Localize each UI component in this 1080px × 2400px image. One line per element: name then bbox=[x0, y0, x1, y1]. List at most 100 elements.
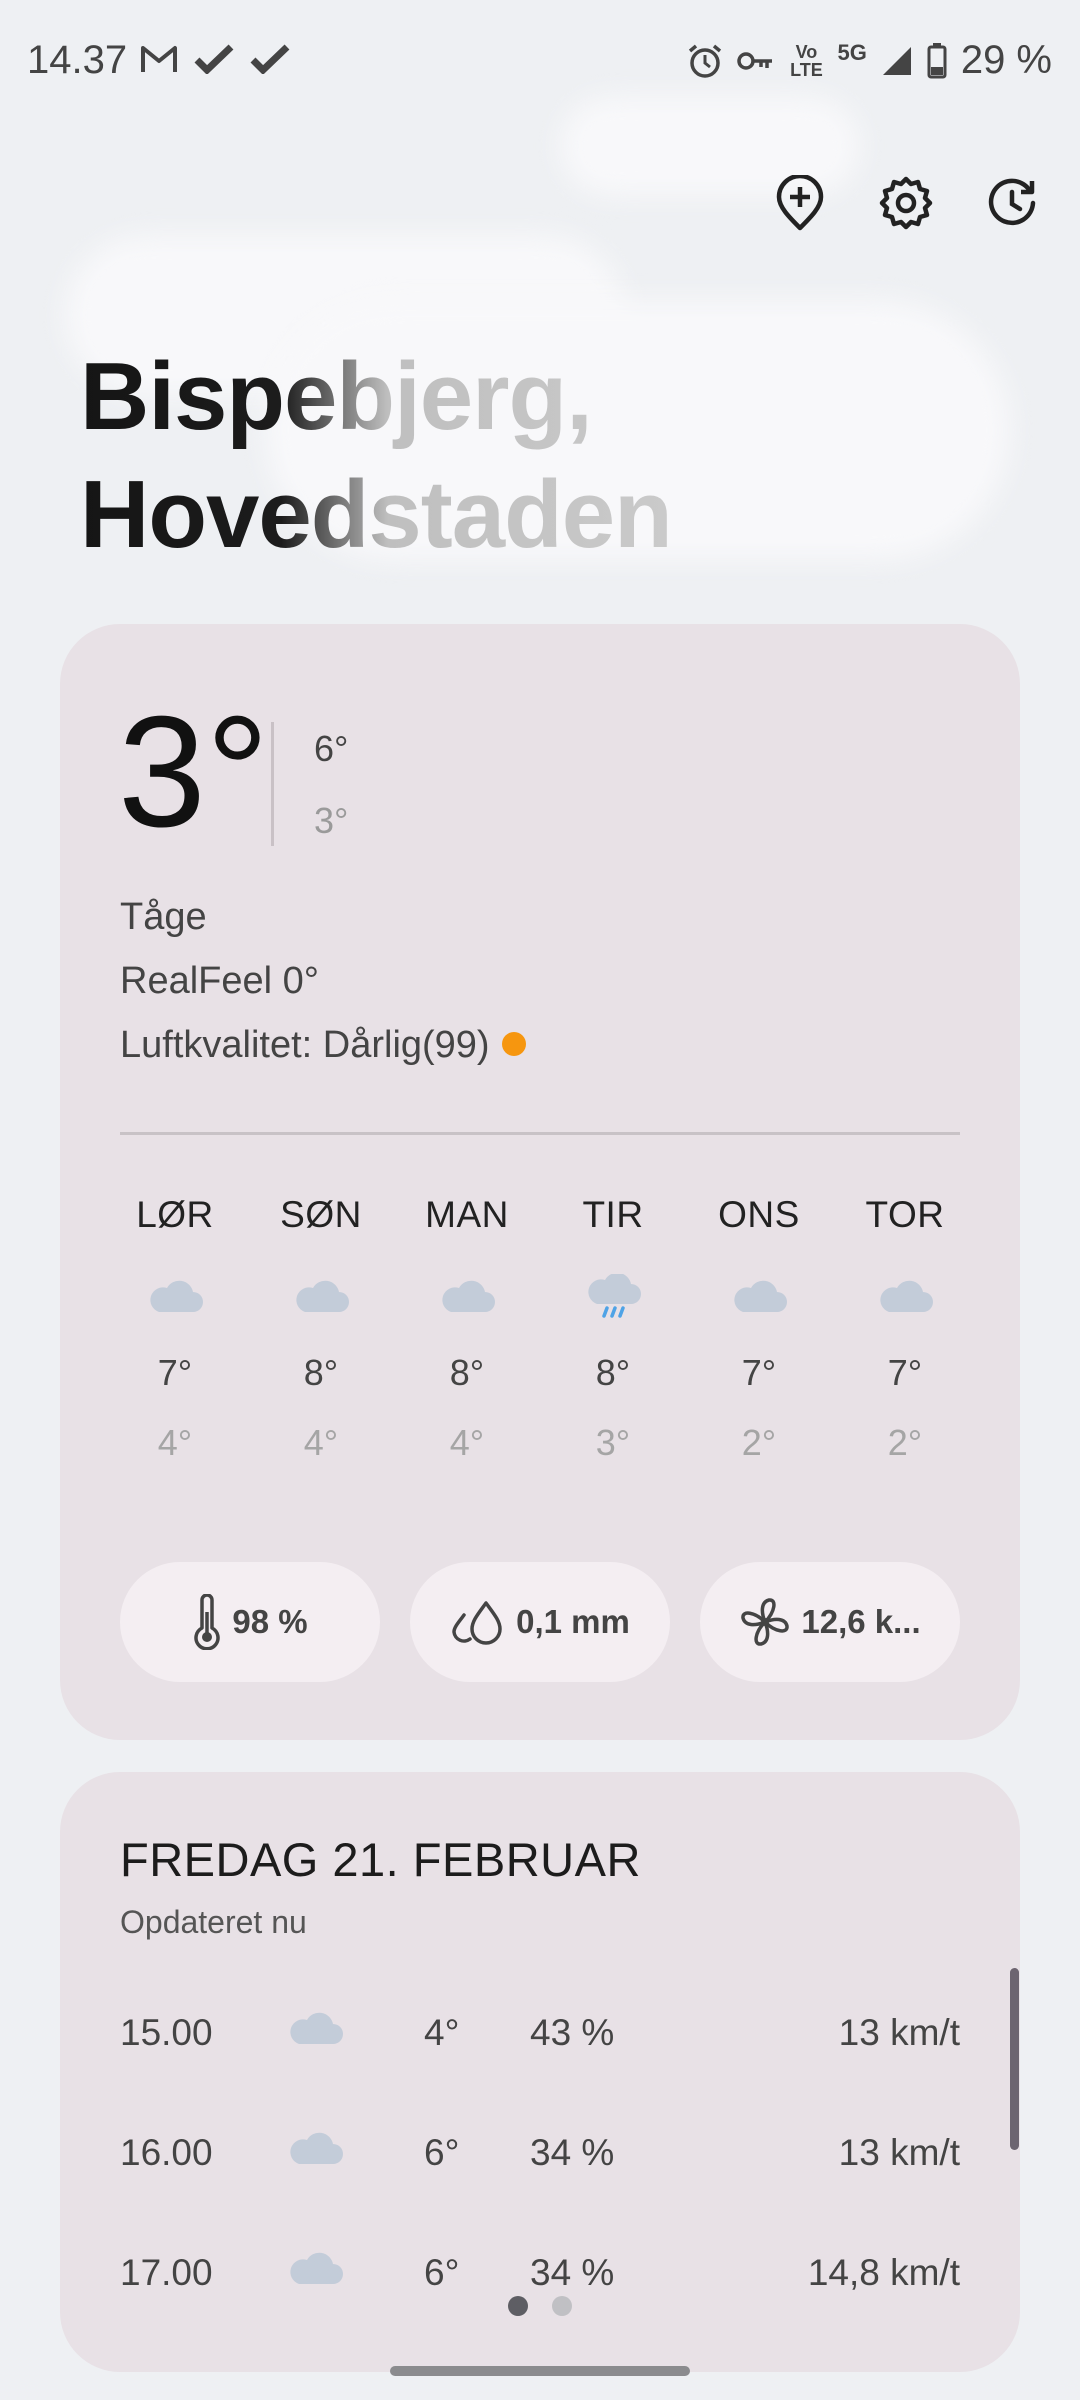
cloud-icon bbox=[880, 1280, 933, 1312]
cloud-icon bbox=[150, 1280, 203, 1312]
forecast-day[interactable]: MAN 8° 4° bbox=[402, 1194, 532, 1464]
thermometer-icon bbox=[194, 1594, 221, 1650]
toolbar bbox=[772, 175, 1040, 231]
forecast-high: 8° bbox=[449, 1352, 485, 1393]
condition-text: Tåge bbox=[120, 896, 207, 938]
rain-cloud-icon bbox=[588, 1274, 641, 1318]
hourly-temp: 6° bbox=[424, 2132, 460, 2173]
hourly-icon bbox=[285, 2008, 345, 2057]
forecast-day-name: TIR bbox=[582, 1194, 644, 1235]
cloud-icon bbox=[290, 2132, 343, 2164]
cloud-icon bbox=[734, 1280, 787, 1312]
hourly-temp: 4° bbox=[424, 2012, 460, 2053]
hourly-wind: 13 km/t bbox=[838, 2012, 960, 2053]
fan-icon bbox=[741, 1598, 790, 1646]
low-temperature: 3° bbox=[314, 800, 349, 841]
forecast-low: 4° bbox=[303, 1422, 339, 1463]
hourly-percent: 34 % bbox=[530, 2252, 615, 2293]
page-indicator[interactable] bbox=[0, 2296, 1080, 2316]
forecast-icon-wrap bbox=[291, 1266, 351, 1326]
forecast-high: 7° bbox=[157, 1352, 193, 1393]
precipitation-pill[interactable]: 0,1 mm bbox=[410, 1562, 670, 1682]
forecast-day[interactable]: SØN 8° 4° bbox=[256, 1194, 386, 1464]
humidity-pill[interactable]: 98 % bbox=[120, 1562, 380, 1682]
system-icons: Vo LTE 5G 29 % bbox=[687, 38, 1052, 83]
forecast-high: 8° bbox=[303, 1352, 339, 1393]
location-line-2: Hovedstaden bbox=[80, 461, 672, 568]
forecast-high: 7° bbox=[887, 1352, 923, 1393]
air-quality-text: Luftkvalitet: Dårlig(99) bbox=[120, 1024, 490, 1066]
hourly-temp: 6° bbox=[424, 2252, 460, 2293]
history-icon bbox=[988, 178, 1036, 226]
temperature-divider bbox=[271, 722, 274, 846]
5g-icon: 5G bbox=[837, 39, 867, 65]
add-location-icon bbox=[776, 175, 824, 231]
forecast-icon-wrap bbox=[583, 1266, 643, 1326]
high-temperature: 6° bbox=[314, 728, 349, 769]
cloud-icon bbox=[442, 1280, 495, 1312]
vpn-key-icon bbox=[737, 51, 773, 70]
current-weather-card[interactable]: 3° 6° 3° Tåge RealFeel 0° Luftkvalitet: … bbox=[60, 624, 1020, 1740]
hourly-wind: 14,8 km/t bbox=[807, 2252, 960, 2293]
air-quality[interactable]: Luftkvalitet: Dårlig(99) bbox=[120, 1024, 526, 1067]
volte-icon: Vo LTE bbox=[790, 41, 823, 80]
history-button[interactable] bbox=[984, 175, 1040, 231]
gmail-icon bbox=[141, 46, 177, 72]
current-temperature: 3° bbox=[118, 684, 270, 860]
forecast-low: 4° bbox=[449, 1422, 485, 1463]
humidity-value: 98 % bbox=[232, 1603, 308, 1640]
hourly-time: 15.00 bbox=[120, 2012, 213, 2053]
forecast-icon-wrap bbox=[875, 1266, 935, 1326]
hourly-wind: 13 km/t bbox=[838, 2132, 960, 2173]
hourly-row[interactable]: 15.00 4° 43 % 13 km/t bbox=[120, 2006, 960, 2066]
forecast-day[interactable]: TIR 8° 3° bbox=[548, 1194, 678, 1464]
forecast-day-name: SØN bbox=[280, 1194, 362, 1235]
daily-forecast: LØR 7° 4° SØN 8° 4° MAN 8° 4° TIR 8° 3° … bbox=[110, 1194, 970, 1464]
forecast-high: 8° bbox=[595, 1352, 631, 1393]
forecast-low: 2° bbox=[887, 1422, 923, 1463]
page-dot[interactable] bbox=[508, 2296, 528, 2316]
forecast-day[interactable]: ONS 7° 2° bbox=[694, 1194, 824, 1464]
settings-button[interactable] bbox=[878, 175, 934, 231]
hourly-forecast-card[interactable]: FREDAG 21. FEBRUAR Opdateret nu 15.00 4°… bbox=[60, 1772, 1020, 2372]
cloud-icon bbox=[290, 2012, 343, 2044]
notification-icons bbox=[140, 44, 290, 74]
page-dot[interactable] bbox=[552, 2296, 572, 2316]
forecast-day-name: LØR bbox=[136, 1194, 214, 1235]
cloud-icon bbox=[290, 2252, 343, 2284]
settings-icon bbox=[879, 176, 933, 230]
home-indicator[interactable] bbox=[390, 2366, 690, 2376]
wind-value: 12,6 k... bbox=[801, 1603, 921, 1640]
cloud-icon bbox=[296, 1280, 349, 1312]
forecast-day-name: MAN bbox=[425, 1194, 509, 1235]
hourly-row[interactable]: 16.00 6° 34 % 13 km/t bbox=[120, 2126, 960, 2186]
forecast-icon-wrap bbox=[729, 1266, 789, 1326]
check-icon bbox=[194, 44, 234, 74]
scrollbar[interactable] bbox=[1010, 1968, 1019, 2150]
location-title: Bispebjerg, Hovedstaden bbox=[80, 338, 672, 574]
forecast-day-name: TOR bbox=[865, 1194, 945, 1235]
hourly-time: 16.00 bbox=[120, 2132, 213, 2173]
precipitation-icon bbox=[452, 1601, 502, 1645]
forecast-day-name: ONS bbox=[718, 1194, 800, 1235]
forecast-day[interactable]: TOR 7° 2° bbox=[840, 1194, 970, 1464]
hourly-percent: 43 % bbox=[530, 2012, 615, 2053]
status-bar: 14.37 Vo LTE 5G 29 % bbox=[0, 0, 1080, 120]
alarm-icon bbox=[689, 44, 722, 78]
hourly-date: FREDAG 21. FEBRUAR bbox=[120, 1833, 641, 1886]
hourly-icon bbox=[285, 2248, 345, 2297]
realfeel-text: RealFeel 0° bbox=[120, 960, 319, 1002]
check-icon bbox=[250, 44, 290, 74]
precipitation-value: 0,1 mm bbox=[516, 1603, 630, 1640]
hourly-percent: 34 % bbox=[530, 2132, 615, 2173]
weather-screen: 14.37 Vo LTE 5G 29 % Bispebjerg, Hovedst… bbox=[0, 0, 1080, 2400]
status-time: 14.37 bbox=[27, 38, 128, 82]
battery-percent: 29 % bbox=[960, 38, 1052, 82]
forecast-low: 4° bbox=[157, 1422, 193, 1463]
forecast-icon-wrap bbox=[437, 1266, 497, 1326]
location-line-1: Bispebjerg, bbox=[80, 343, 592, 450]
wind-pill[interactable]: 12,6 k... bbox=[700, 1562, 960, 1682]
forecast-low: 2° bbox=[741, 1422, 777, 1463]
forecast-day[interactable]: LØR 7° 4° bbox=[110, 1194, 240, 1464]
add-location-button[interactable] bbox=[772, 175, 828, 231]
